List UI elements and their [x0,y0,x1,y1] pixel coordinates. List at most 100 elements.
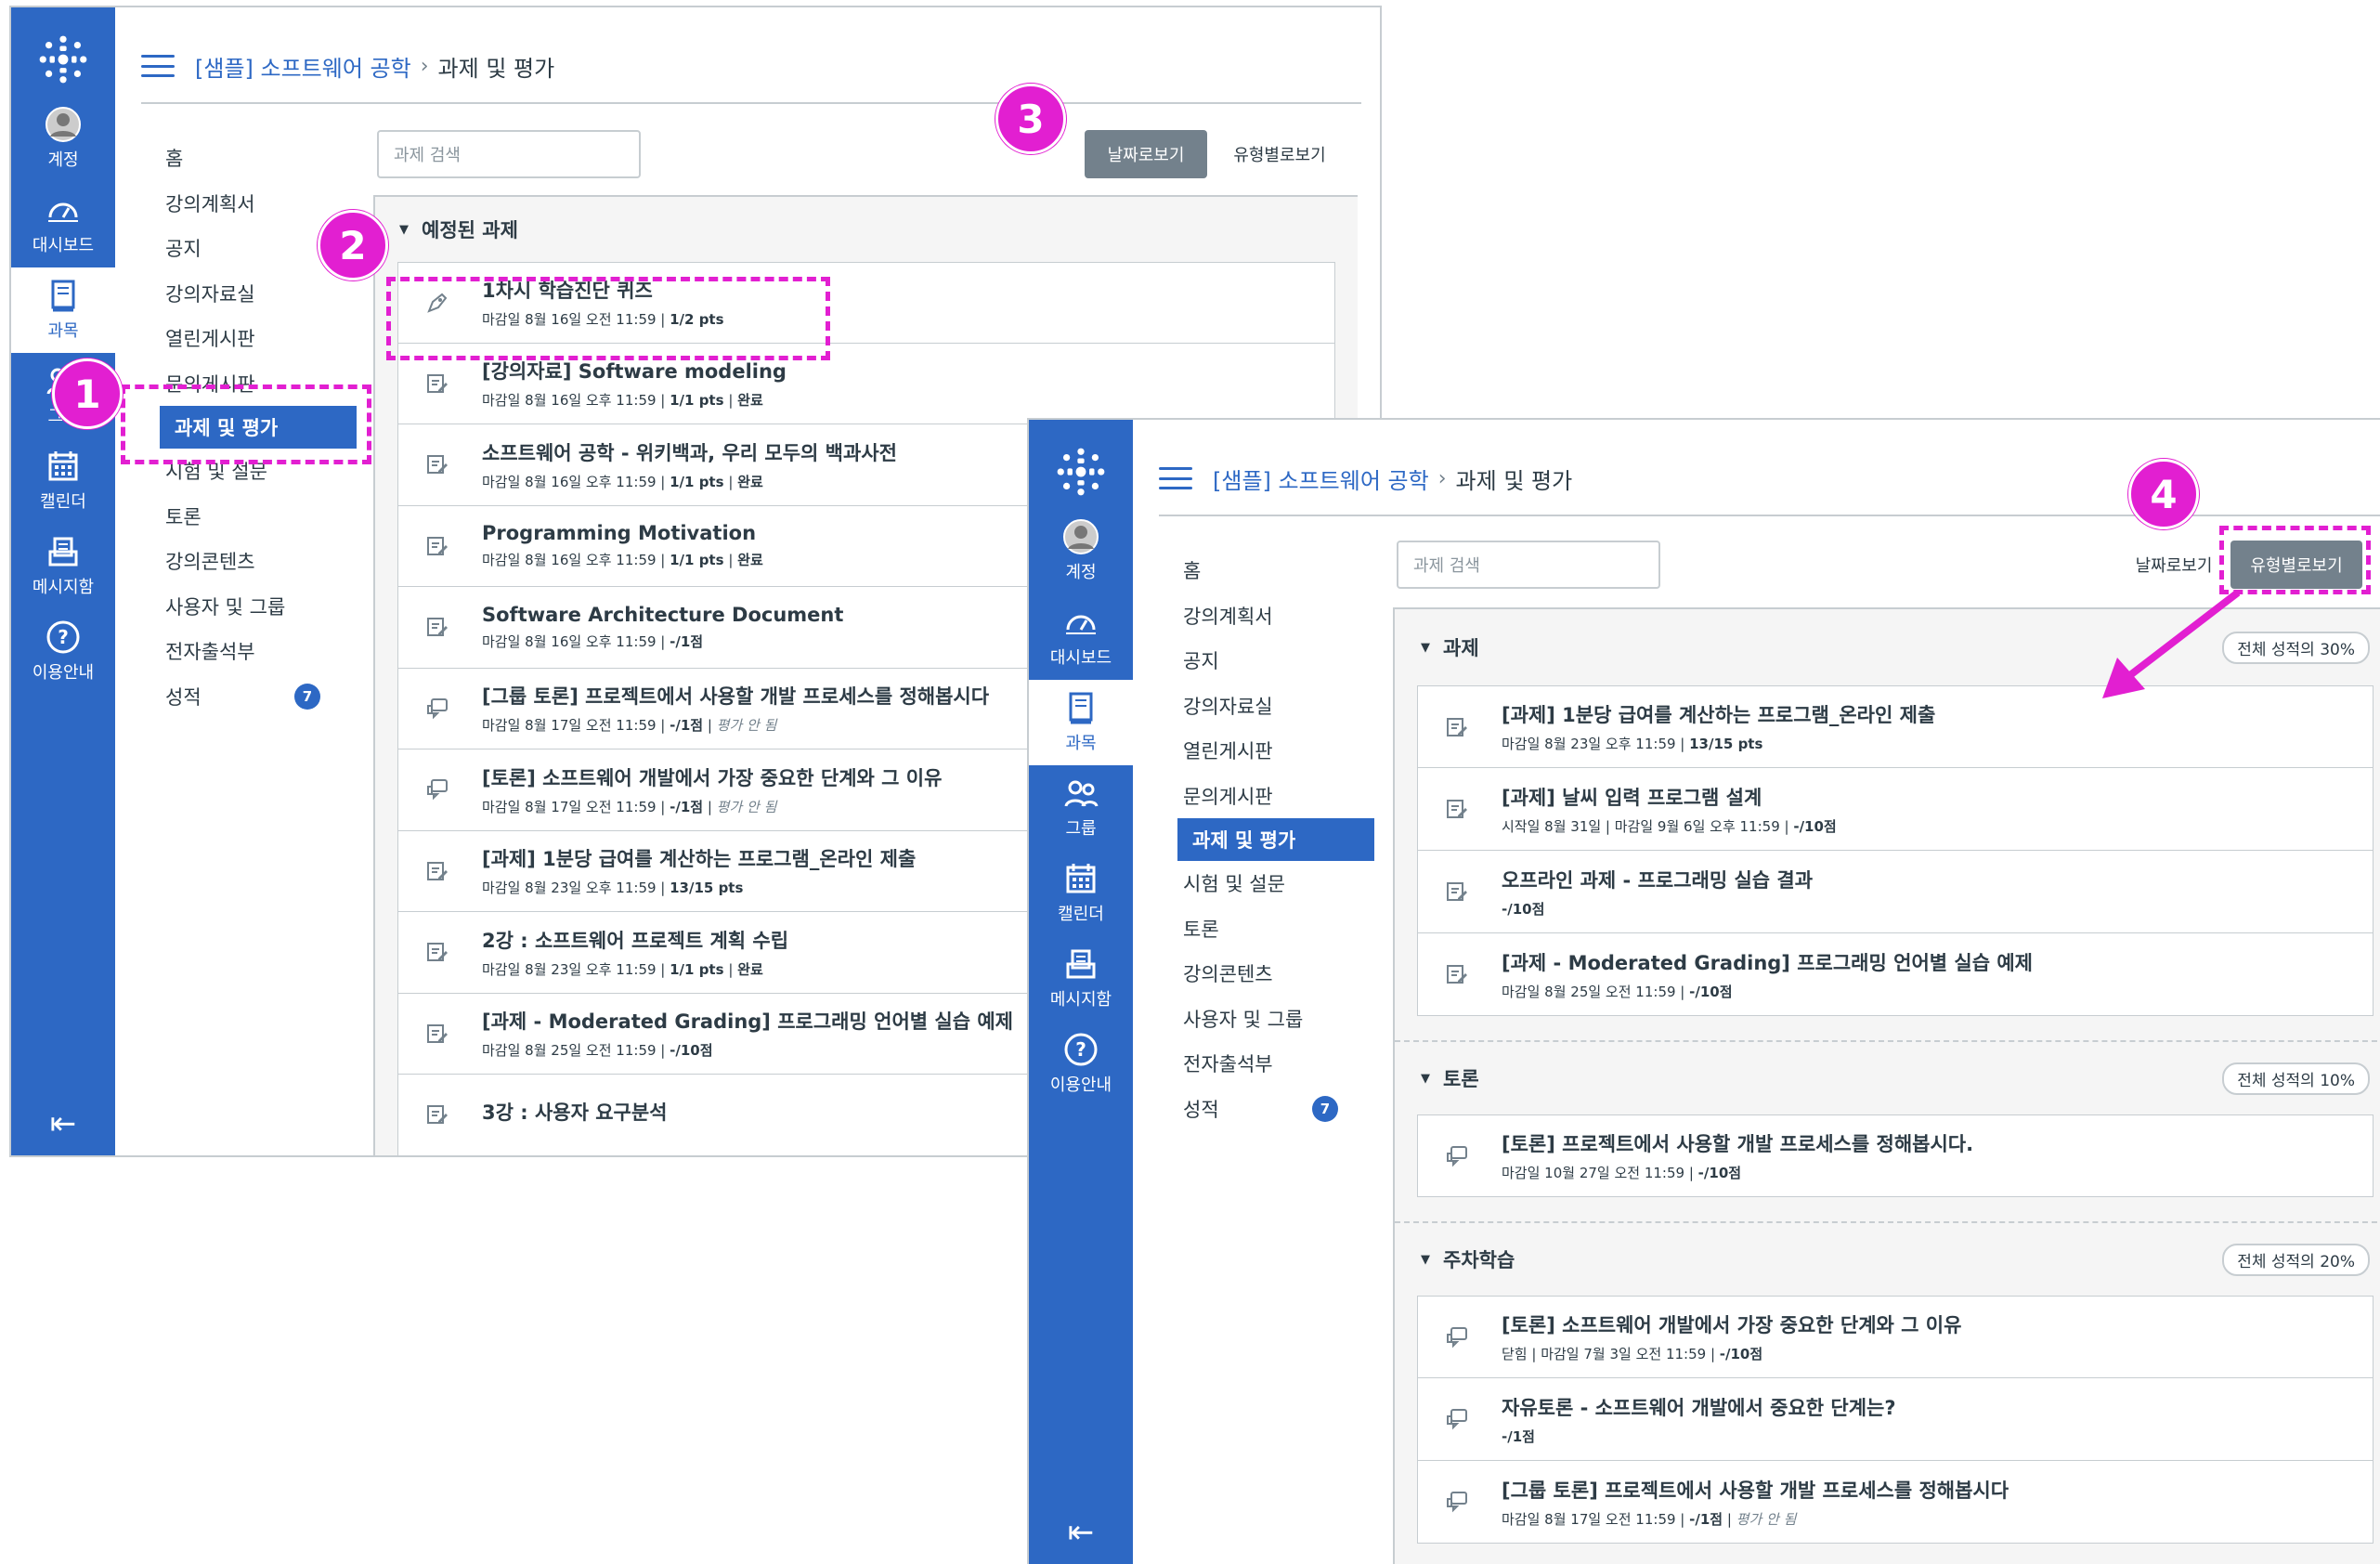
assignment-title[interactable]: 2강 : 소프트웨어 프로젝트 계획 수립 [482,926,788,954]
assignment-title[interactable]: [강의자료] Software modeling [482,357,787,384]
course-nav-item[interactable]: 열린게시판 [1177,728,1382,774]
course-nav-item[interactable]: 전자출석부 [1177,1041,1382,1087]
course-nav-item[interactable]: 공지 [1177,638,1382,684]
canvas-logo-icon[interactable] [33,30,93,89]
view-by-date-button[interactable]: 날짜로보기 [1085,130,1207,178]
assignment-row[interactable]: 오프라인 과제 - 프로그래밍 실습 결과 -/10점 [1417,851,2373,933]
course-nav-label: 강의콘텐츠 [1183,963,1273,986]
assignment-row[interactable]: [과제 - Moderated Grading] 프로그래밍 언어별 실습 예제… [1417,933,2373,1016]
assignment-meta: 마감일 8월 16일 오후 11:59 | -/1점 [482,632,704,650]
assignment-title[interactable]: 3강 : 사용자 요구분석 [482,1098,668,1126]
assignment-title[interactable]: [그룹 토론] 프로젝트에서 사용할 개발 프로세스를 정해봅시다 [1502,1476,2009,1504]
breadcrumb-course-link[interactable]: [샘플] 소프트웨어 공학 [1213,463,1429,495]
course-nav-item[interactable]: 성적 7 [1177,1087,1382,1132]
status-text: 평가 안 됨 [716,717,777,735]
due-date: 마감일 8월 23일 오후 11:59 [482,960,657,978]
group-header[interactable]: ▼ 토론 전체 성적의 10% [1395,1042,2380,1114]
course-nav-label: 문의게시판 [1183,785,1273,808]
assignment-title[interactable]: 소프트웨어 공학 - 위키백과, 우리 모두의 백과사전 [482,438,897,466]
course-nav-item[interactable]: 시험 및 설문 [1177,861,1382,906]
course-nav-item[interactable]: 전자출석부 [160,629,364,674]
course-nav-item[interactable]: 과제 및 평가 [1177,818,1374,861]
nav-courses[interactable]: 과목 [11,267,115,353]
assignment-row[interactable]: 자유토론 - 소프트웨어 개발에서 중요한 단계는? -/1점 [1417,1378,2373,1461]
course-nav-item[interactable]: 강의자료실 [160,271,364,317]
nav-courses[interactable]: 과목 [1029,680,1133,765]
assignment-title[interactable]: 오프라인 과제 - 프로그래밍 실습 결과 [1502,866,1813,893]
discussion-icon [419,697,456,721]
nav-inbox[interactable]: 메시지함 [1029,936,1133,1022]
assignment-title[interactable]: [과제] 1분당 급여를 계산하는 프로그램_온라인 제출 [482,844,916,872]
assignment-title[interactable]: [토론] 소프트웨어 개발에서 가장 중요한 단계와 그 이유 [482,763,942,791]
view-by-date-button[interactable]: 날짜로보기 [2115,541,2232,589]
canvas-logo-icon[interactable] [1051,442,1111,502]
status-text: 완료 [737,473,763,490]
course-nav-item[interactable]: 강의콘텐츠 [1177,951,1382,997]
pointer-arrow-icon [2102,589,2241,698]
course-nav-label: 강의계획서 [1183,605,1273,628]
nav-dashboard[interactable]: 대시보드 [1029,594,1133,680]
course-nav-item[interactable]: 강의콘텐츠 [160,539,364,584]
assignment-row[interactable]: [토론] 소프트웨어 개발에서 가장 중요한 단계와 그 이유 닫힘 | 마감일 … [1417,1296,2373,1378]
assignment-text: [강의자료] Software modeling 마감일 8월 16일 오후 11… [482,357,787,410]
assignment-title[interactable]: [과제] 1분당 급여를 계산하는 프로그램_온라인 제출 [1502,700,1935,728]
course-nav-label: 강의계획서 [165,192,255,215]
nav-inbox[interactable]: 메시지함 [11,524,115,609]
nav-account[interactable]: 계정 [11,97,115,182]
hamburger-menu-icon[interactable] [1159,467,1192,489]
assignment-meta: 마감일 8월 23일 오후 11:59 | 13/15 pts [1502,736,1763,752]
assignment-title[interactable]: [토론] 소프트웨어 개발에서 가장 중요한 단계와 그 이유 [1502,1310,1961,1338]
assignment-title[interactable]: Software Architecture Document [482,604,843,626]
assignment-text: [과제] 날씨 입력 프로그램 설계 시작일 8월 31일 | 마감일 9월 6일… [1502,783,1837,836]
assignment-meta: -/10점 [1502,899,1813,919]
assignment-title[interactable]: [과제 - Moderated Grading] 프로그래밍 언어별 실습 예제 [482,1007,1013,1035]
nav-dashboard[interactable]: 대시보드 [11,182,115,267]
hamburger-menu-icon[interactable] [141,55,175,77]
course-nav-item[interactable]: 홈 [1177,548,1382,593]
breadcrumb-course-link[interactable]: [샘플] 소프트웨어 공학 [195,50,411,83]
assignment-rows: [과제] 1분당 급여를 계산하는 프로그램_온라인 제출마감일 8월 23일 … [1417,685,2373,1016]
group-header-upcoming[interactable]: ▼ 예정된 과제 [375,197,1358,262]
course-nav-item[interactable]: 토론 [160,494,364,540]
assignment-title[interactable]: [토론] 프로젝트에서 사용할 개발 프로세스를 정해봅시다. [1502,1129,1973,1157]
nav-help[interactable]: ? 이용안내 [11,609,115,695]
assignment-title[interactable]: [과제 - Moderated Grading] 프로그래밍 언어별 실습 예제 [1502,948,2033,976]
assignment-icon [419,615,456,639]
points: -/1점 [1689,1510,1723,1528]
course-nav-item[interactable]: 홈 [160,136,364,181]
assignment-group: ▼ 토론 전체 성적의 10% [토론] 프로젝트에서 사용할 개발 프로세스를 정해… [1395,1040,2380,1221]
assignment-title[interactable]: Programming Motivation [482,522,763,544]
assignment-title[interactable]: 자유토론 - 소프트웨어 개발에서 중요한 단계는? [1502,1393,1896,1421]
course-nav-item[interactable]: 강의자료실 [1177,684,1382,729]
group-header[interactable]: ▼ 주차학습 전체 성적의 20% [1395,1223,2380,1296]
nav-calendar[interactable]: 캘린더 [11,438,115,524]
assignment-text: [과제] 1분당 급여를 계산하는 프로그램_온라인 제출 마감일 8월 23일 … [482,844,916,897]
course-nav-item[interactable]: 열린게시판 [160,316,364,361]
nav-groups[interactable]: 그룹 [1029,765,1133,851]
assignment-row[interactable]: [그룹 토론] 프로젝트에서 사용할 개발 프로세스를 정해봅시다 마감일 8월 … [1417,1461,2373,1544]
assignment-title[interactable]: [그룹 토론] 프로젝트에서 사용할 개발 프로세스를 정해봅시다 [482,682,989,710]
assignment-text: 오프라인 과제 - 프로그래밍 실습 결과 -/10점 [1502,866,1813,919]
collapse-nav-icon[interactable]: ⇤ [1068,1514,1095,1551]
assignment-title[interactable]: [과제] 날씨 입력 프로그램 설계 [1502,783,1837,811]
nav-account[interactable]: 계정 [1029,509,1133,594]
assignment-icon [419,1102,456,1127]
course-nav-item[interactable]: 강의계획서 [1177,593,1382,639]
assignment-search-input[interactable]: 과제 검색 [377,130,641,178]
course-nav-item[interactable]: 사용자 및 그룹 [1177,997,1382,1042]
course-nav-item[interactable]: 성적 7 [160,674,364,720]
assignment-row[interactable]: [과제] 날씨 입력 프로그램 설계 시작일 8월 31일 | 마감일 9월 6일… [1417,768,2373,851]
nav-calendar-label: 캘린더 [1058,905,1104,924]
course-nav-item[interactable]: 문의게시판 [1177,774,1382,819]
nav-help[interactable]: ? 이용안내 [1029,1022,1133,1107]
assignment-search-input[interactable]: 과제 검색 [1397,541,1660,589]
assignment-meta: -/1점 [1502,1427,1896,1446]
course-nav-item[interactable]: 토론 [1177,906,1382,952]
nav-calendar[interactable]: 캘린더 [1029,851,1133,936]
points: 13/15 pts [1689,736,1763,752]
grade-weight-badge: 전체 성적의 10% [2222,1062,2370,1095]
assignment-row[interactable]: [토론] 프로젝트에서 사용할 개발 프로세스를 정해봅시다. 마감일 10월 2… [1417,1114,2373,1197]
collapse-nav-icon[interactable]: ⇤ [50,1105,77,1142]
course-nav-item[interactable]: 사용자 및 그룹 [160,584,364,630]
view-by-type-button[interactable]: 유형별로보기 [1215,130,1345,178]
